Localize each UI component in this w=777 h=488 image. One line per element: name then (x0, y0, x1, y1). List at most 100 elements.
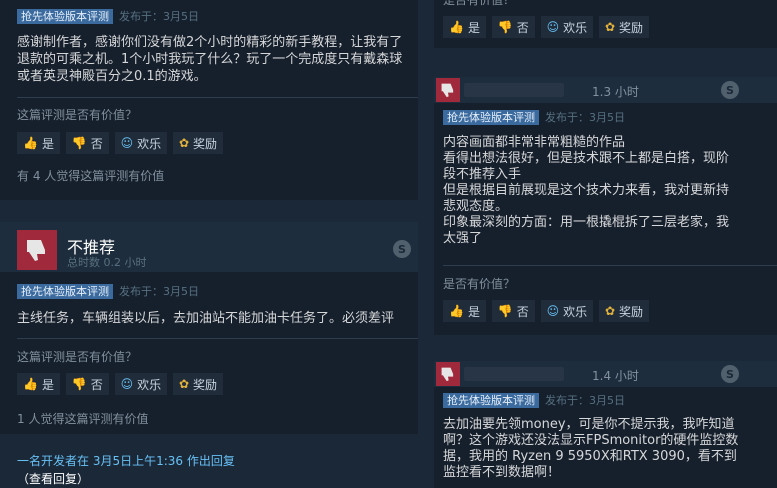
early-access-badge: 抢先体验版本评测 (17, 9, 113, 24)
review-line: 感谢制作者，感谢你们没有做2个小时的精彩的新手教程，让我有了 (17, 35, 403, 50)
award-icon: ✿ (178, 377, 190, 391)
hours-played: 总时数 0.2 小时 (67, 256, 147, 269)
review-line: 主线任务，车辆组装以后，去加油站不能加油卡任务了。必须差评 (17, 311, 395, 326)
review-text: 感谢制作者，感谢你们没有做2个小时的精彩的新手教程，让我有了 退款的可乘之机。1… (17, 34, 412, 85)
thumbs-down-icon (436, 362, 460, 386)
vote-buttons: 👍 是 👎 否 ☺ 欢乐 ✿ 奖励 (443, 300, 651, 322)
posted-date: 发布于：3月5日 (119, 10, 199, 23)
review-card-right-bottom: 抢先体验版本评测 发布于：3月5日 去加油要先领money，可是你不提示我，我咋知… (434, 387, 777, 488)
thumbs-down-icon (17, 230, 57, 270)
review-line: 太强了 (443, 231, 483, 246)
posted-date: 发布于：3月5日 (119, 285, 199, 298)
thumbs-down-icon (436, 78, 460, 102)
award-label: 奖励 (193, 136, 218, 151)
vote-yes-button[interactable]: 👍 是 (17, 132, 60, 154)
helpful-question: 是否有价值？ (443, 0, 516, 7)
divider (17, 97, 418, 98)
vote-no-button[interactable]: 👎 否 (65, 132, 109, 154)
award-icon: ✿ (604, 20, 616, 34)
review-text: 内容画面都非常非常粗糙的作品 看得出想法很好，但是技术跟不上都是白搭，现阶 段不… (443, 135, 773, 247)
review-line: 但是根据目前展现是这个技术力来看，我对更新持 (443, 183, 730, 198)
vote-yes-label: 是 (467, 20, 480, 35)
award-icon: ✿ (604, 304, 616, 318)
review-line: 啊？这个游戏还没法显示FPSmonitor的硬件监控数 (443, 433, 739, 448)
review-card-right-mid: 抢先体验版本评测 发布于：3月5日 内容画面都非常非常粗糙的作品 看得出想法很好，… (434, 103, 777, 335)
review-line: 印象最深刻的方面：用一根撬棍拆了三层老家，我 (443, 215, 730, 230)
vote-funny-button[interactable]: ☺ 欢乐 (540, 16, 594, 38)
helpful-question: 是否有价值？ (443, 277, 516, 291)
award-button[interactable]: ✿ 奖励 (172, 132, 224, 154)
vote-yes-label: 是 (467, 304, 480, 319)
thumbs-up-icon: 👍 (449, 20, 464, 34)
posted-date: 发布于：3月5日 (545, 394, 625, 407)
vote-no-button[interactable]: 👎 否 (65, 373, 109, 395)
vote-funny-button[interactable]: ☺ 欢乐 (114, 373, 168, 395)
reviewer-name-blurred (464, 367, 564, 381)
award-button[interactable]: ✿ 奖励 (598, 300, 650, 322)
review-card-right-top: 是否有价值？ 👍 是 👎 否 ☺ 欢乐 ✿ 奖励 (434, 0, 777, 48)
review-line: 看得出想法很好，但是技术跟不上都是白搭，现阶 (443, 151, 730, 166)
view-reply-link[interactable]: （查看回复） (17, 470, 89, 487)
helpful-question: 这篇评测是否有价值？ (17, 108, 138, 122)
vote-funny-button[interactable]: ☺ 欢乐 (540, 300, 594, 322)
vote-no-label: 否 (516, 304, 529, 319)
steam-icon: S (721, 365, 739, 383)
vote-funny-label: 欢乐 (563, 304, 588, 319)
review-line: 段不推荐入手 (443, 167, 522, 182)
review-line: 内容画面都非常非常粗糙的作品 (443, 135, 626, 150)
vote-yes-button[interactable]: 👍 是 (17, 373, 60, 395)
smiley-icon: ☺ (546, 20, 560, 34)
early-access-badge: 抢先体验版本评测 (17, 284, 113, 299)
thumbs-up-icon: 👍 (449, 304, 464, 318)
thumbs-up-icon: 👍 (23, 136, 38, 150)
award-button[interactable]: ✿ 奖励 (172, 373, 224, 395)
early-access-badge: 抢先体验版本评测 (443, 110, 539, 125)
vote-funny-label: 欢乐 (563, 20, 588, 35)
hours-played: 1.3 小时 (592, 85, 639, 99)
vote-buttons: 👍 是 👎 否 ☺ 欢乐 ✿ 奖励 (17, 373, 225, 395)
review-line: 去加油要先领money，可是你不提示我，我咋知道 (443, 417, 735, 432)
vote-no-label: 否 (516, 20, 529, 35)
vote-funny-label: 欢乐 (137, 136, 162, 151)
vote-yes-button[interactable]: 👍 是 (443, 300, 486, 322)
review-text: 去加油要先领money，可是你不提示我，我咋知道 啊？这个游戏还没法显示FPSm… (443, 417, 773, 481)
award-label: 奖励 (193, 377, 218, 392)
award-icon: ✿ (178, 136, 190, 150)
review-line: 悲观态度。 (443, 199, 509, 214)
posted-date: 发布于：3月5日 (545, 111, 625, 124)
vote-no-button[interactable]: 👎 否 (491, 16, 535, 38)
thumbs-down-icon: 👎 (71, 377, 87, 391)
steam-icon: S (393, 240, 411, 258)
review-line: 监控看不到数据啊！ (443, 465, 561, 480)
review-card-left-bottom: 抢先体验版本评测 发布于：3月5日 主线任务，车辆组装以后，去加油站不能加油卡任务… (0, 272, 418, 434)
review-header-right-mid: 1.3 小时 S (434, 77, 777, 103)
review-header-right-bottom: 1.4 小时 S (434, 361, 777, 387)
smiley-icon: ☺ (546, 304, 560, 318)
helpful-count: 1 人觉得这篇评测有价值 (17, 412, 149, 426)
review-line: 据，我用的 Ryzen 9 5950X和RTX 3090，看不到 (443, 449, 737, 464)
thumbs-up-icon: 👍 (23, 377, 38, 391)
vote-no-label: 否 (90, 377, 103, 392)
award-label: 奖励 (619, 20, 644, 35)
award-button[interactable]: ✿ 奖励 (598, 16, 650, 38)
helpful-count: 有 4 人觉得这篇评测有价值 (17, 169, 165, 183)
thumbs-down-icon: 👎 (497, 304, 513, 318)
thumbs-down-icon: 👎 (71, 136, 87, 150)
vote-yes-label: 是 (41, 136, 54, 151)
early-access-badge: 抢先体验版本评测 (443, 393, 539, 408)
smiley-icon: ☺ (120, 136, 134, 150)
review-line: 退款的可乘之机。1个小时我玩了什么？玩了一个完成度只有戴森球 (17, 52, 403, 67)
developer-reply-notice: 一名开发者在 3月5日上午1:36 作出回复 (17, 454, 235, 468)
review-line: 或者英灵神殿百分之0.1的游戏。 (17, 69, 207, 84)
smiley-icon: ☺ (120, 377, 134, 391)
review-header-left-bottom: 不推荐 总时数 0.2 小时 S (0, 222, 418, 272)
vote-no-button[interactable]: 👎 否 (491, 300, 535, 322)
vote-yes-button[interactable]: 👍 是 (443, 16, 486, 38)
divider (17, 338, 418, 339)
hours-played: 1.4 小时 (592, 369, 639, 383)
vote-funny-label: 欢乐 (137, 377, 162, 392)
vote-funny-button[interactable]: ☺ 欢乐 (114, 132, 168, 154)
vote-yes-label: 是 (41, 377, 54, 392)
divider (443, 265, 777, 266)
review-card-left-top: 抢先体验版本评测 发布于：3月5日 感谢制作者，感谢你们没有做2个小时的精彩的新手… (0, 0, 418, 200)
